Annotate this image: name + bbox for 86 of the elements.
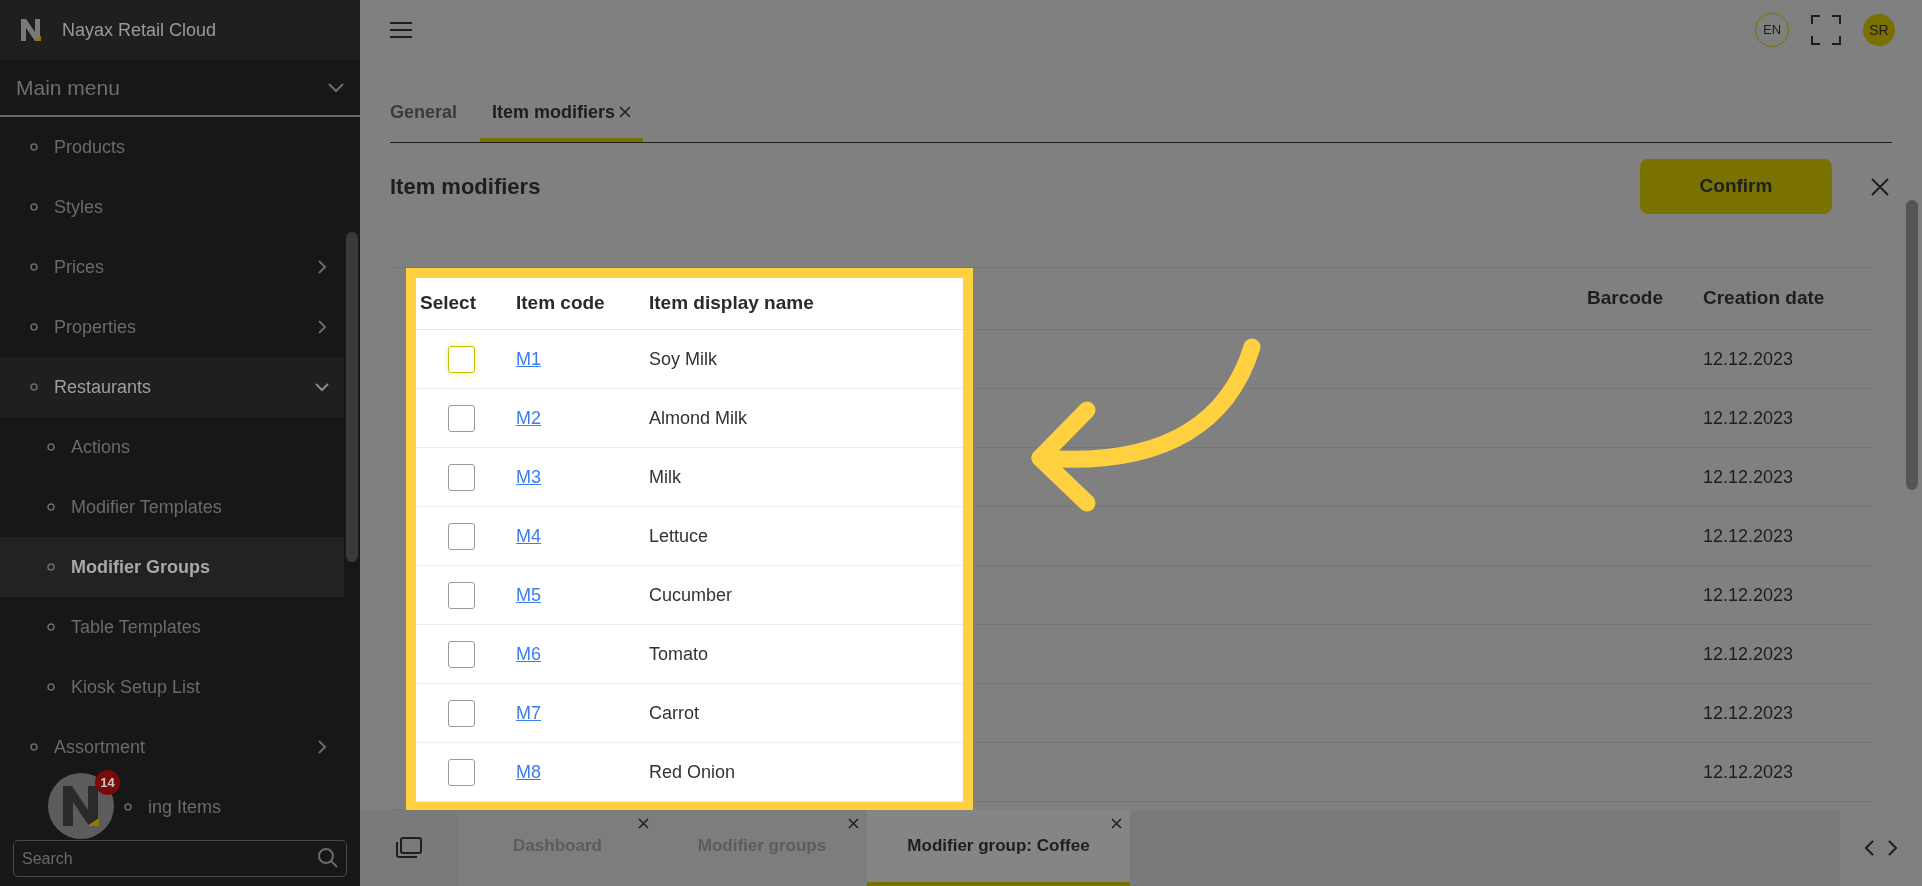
bullet-icon (47, 503, 55, 511)
close-icon[interactable] (848, 818, 859, 829)
fullscreen-icon[interactable] (1811, 15, 1841, 45)
checkbox[interactable] (447, 463, 475, 491)
help-launcher-button[interactable] (48, 773, 114, 839)
close-icon[interactable] (619, 106, 632, 118)
table-cell-text: 12.12.2023 (1703, 465, 1795, 489)
checkbox[interactable] (447, 522, 475, 550)
bullet-icon (124, 803, 132, 811)
table-cell-text: Cucumber (649, 583, 733, 607)
table-cell-text: Milk (649, 465, 681, 489)
bullet-icon (47, 623, 55, 631)
table-cell-text: 12.12.2023 (1703, 583, 1795, 607)
bottom-tab[interactable]: Modifier group: Coffee (867, 810, 1130, 886)
table-cell-text: 12.12.2023 (1703, 406, 1795, 430)
table-cell-text: Red Onion (649, 760, 736, 784)
close-icon[interactable] (1870, 176, 1890, 197)
sidebar-item[interactable]: Restaurants (0, 357, 344, 417)
user-avatar[interactable]: SR (1863, 14, 1895, 46)
search-icon[interactable] (317, 847, 339, 869)
item-code-link[interactable]: M7 (516, 702, 541, 723)
sidebar-item[interactable]: Table Templates (0, 597, 344, 657)
sidebar-item[interactable]: Modifier Templates (0, 477, 344, 537)
table-cell-text: 12.12.2023 (1703, 524, 1795, 548)
column-header: Barcode (1587, 286, 1665, 311)
windows-icon[interactable] (396, 837, 422, 859)
chevron-left-icon[interactable] (1864, 840, 1874, 856)
search-field[interactable]: Search (13, 840, 347, 877)
table-cell-text: Carrot (649, 701, 699, 725)
item-code-link[interactable]: M6 (516, 643, 541, 664)
table-cell-text: Tomato (649, 642, 709, 666)
bullet-icon (30, 383, 38, 391)
brand-logo-icon (20, 18, 42, 42)
checkbox[interactable] (447, 404, 475, 432)
checkbox[interactable] (447, 581, 475, 609)
scrollbar-thumb[interactable] (346, 232, 358, 562)
item-code-link[interactable]: M5 (516, 584, 541, 605)
sidebar-item[interactable]: Prices (0, 237, 344, 297)
item-code-link[interactable]: M4 (516, 525, 541, 546)
chevron-down-icon (328, 82, 344, 93)
sidebar-item[interactable]: Kiosk Setup List (0, 657, 344, 717)
bullet-icon (30, 743, 38, 751)
panel-title: Item modifiers (390, 173, 541, 201)
checkbox[interactable] (447, 640, 475, 668)
table-cell-text: 12.12.2023 (1703, 347, 1795, 371)
table-cell-text: Almond Milk (649, 406, 748, 430)
column-header: Creation date (1703, 286, 1826, 311)
menu-icon[interactable] (390, 22, 412, 38)
sidebar-item[interactable]: Properties (0, 297, 344, 357)
checkbox[interactable] (447, 758, 475, 786)
scrollbar-thumb[interactable] (1906, 200, 1918, 490)
sidebar-item[interactable]: Modifier Groups (0, 537, 344, 597)
column-header: Item code (516, 291, 606, 316)
column-header: Select (419, 291, 477, 316)
table-cell-text: 12.12.2023 (1703, 701, 1795, 725)
table-cell-text: 12.12.2023 (1703, 642, 1795, 666)
bullet-icon (47, 443, 55, 451)
confirm-button[interactable]: Confirm (1640, 159, 1832, 214)
sidebar-item[interactable]: Styles (0, 177, 344, 237)
sidebar-item[interactable]: Actions (0, 417, 344, 477)
bullet-icon (30, 323, 38, 331)
tab[interactable]: General (390, 86, 475, 142)
table-cell-text: 12.12.2023 (1703, 760, 1795, 784)
item-code-link[interactable]: M1 (516, 348, 541, 369)
item-code-link[interactable]: M3 (516, 466, 541, 487)
table-cell-text: Lettuce (649, 524, 709, 548)
bullet-icon (30, 263, 38, 271)
sidebar-item[interactable]: Products (0, 117, 344, 177)
chevron-right-icon[interactable] (1888, 840, 1898, 856)
tab[interactable]: Item modifiers (480, 86, 644, 142)
sidebar-item[interactable]: ing Items (124, 777, 344, 831)
notification-badge: 14 (95, 770, 120, 795)
logo-letter-icon (61, 784, 101, 828)
item-code-link[interactable]: M2 (516, 407, 541, 428)
close-icon[interactable] (1111, 818, 1122, 829)
item-code-link[interactable]: M8 (516, 761, 541, 782)
bullet-icon (47, 563, 55, 571)
close-icon[interactable] (638, 818, 649, 829)
checkbox[interactable] (447, 345, 475, 373)
column-header: Item display name (649, 291, 814, 316)
bullet-icon (47, 683, 55, 691)
bullet-icon (30, 143, 38, 151)
bullet-icon (30, 203, 38, 211)
table-cell-text: Soy Milk (649, 347, 717, 371)
brand-name: Nayax Retail Cloud (62, 18, 217, 42)
checkbox[interactable] (447, 699, 475, 727)
